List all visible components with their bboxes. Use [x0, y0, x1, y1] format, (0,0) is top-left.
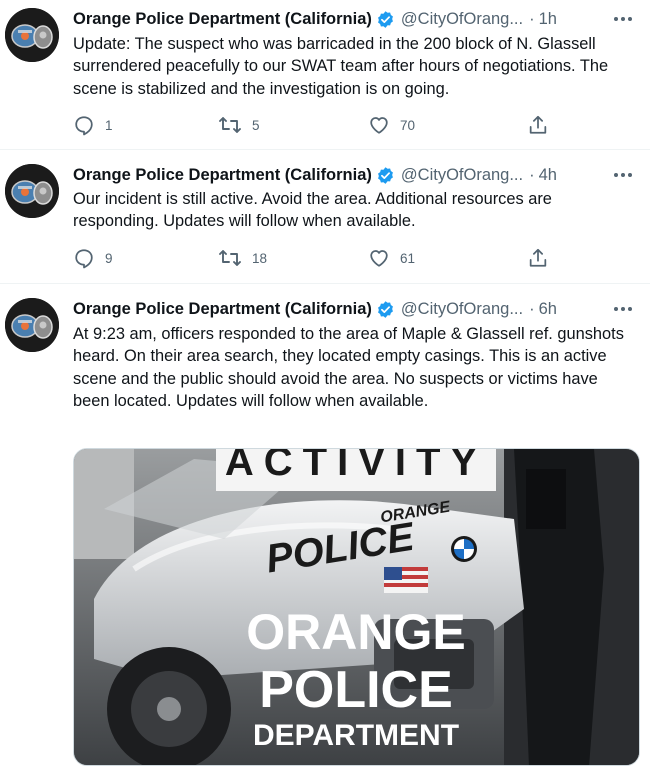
verified-badge-icon [377, 300, 393, 318]
tweet-text: Update: The suspect who was barricaded i… [73, 35, 609, 98]
retweet-button[interactable]: 18 [218, 246, 267, 270]
more-dots-icon [614, 307, 632, 311]
author-handle[interactable]: @CityOfOrang... [401, 300, 523, 319]
overlay-title-line2: POLICE [259, 661, 453, 719]
timestamp[interactable]: 6h [539, 300, 557, 319]
author-handle[interactable]: @CityOfOrang... [401, 166, 523, 185]
tweet-header: Orange Police Department (California) @C… [73, 8, 636, 30]
avatar[interactable] [5, 8, 59, 62]
like-count: 70 [400, 117, 416, 133]
police-badge-logo-icon [5, 298, 59, 352]
retweet-button[interactable]: 5 [218, 113, 260, 137]
retweet-icon [219, 250, 241, 266]
author-name[interactable]: Orange Police Department (California) [73, 10, 372, 29]
retweet-count: 5 [252, 117, 260, 133]
tweet-header: Orange Police Department (California) @C… [73, 164, 636, 186]
tweet-header: Orange Police Department (California) @C… [73, 298, 636, 320]
timestamp[interactable]: 4h [539, 166, 557, 185]
tweet-media-image[interactable]: ACTIVITY ORANGE POLICE ORANGE POLICE DEP… [73, 448, 640, 766]
reply-count: 1 [105, 117, 113, 133]
tweet[interactable]: Orange Police Department (California) @C… [0, 0, 650, 150]
author-name[interactable]: Orange Police Department (California) [73, 166, 372, 185]
avatar[interactable] [5, 164, 59, 218]
retweet-count: 18 [252, 250, 268, 266]
timeline: Orange Police Department (California) @C… [0, 0, 650, 775]
retweet-icon [219, 117, 241, 133]
tweet-text: Our incident is still active. Avoid the … [73, 190, 552, 231]
share-icon [529, 248, 547, 267]
tweet-actions: 1 5 70 [73, 113, 553, 137]
more-dots-icon [614, 17, 632, 21]
more-dots-icon [614, 173, 632, 177]
reply-icon [75, 116, 93, 136]
share-icon [529, 115, 547, 134]
verified-badge-icon [377, 10, 393, 28]
more-options-button[interactable] [610, 8, 636, 30]
verified-badge-icon [377, 166, 393, 184]
police-badge-logo-icon [5, 164, 59, 218]
like-count: 61 [400, 250, 416, 266]
police-badge-logo-icon [5, 8, 59, 62]
author-handle[interactable]: @CityOfOrang... [401, 10, 523, 29]
tweet-actions: 9 18 61 [73, 246, 553, 270]
reply-button[interactable]: 1 [73, 113, 113, 137]
heart-icon [370, 117, 388, 134]
banner-text: ACTIVITY [225, 449, 487, 484]
police-motorcycle-photo: ACTIVITY ORANGE POLICE ORANGE POLICE DEP… [74, 449, 639, 765]
reply-button[interactable]: 9 [73, 246, 113, 270]
author-name[interactable]: Orange Police Department (California) [73, 300, 372, 319]
like-button[interactable]: 61 [368, 246, 415, 270]
separator-dot: · [529, 299, 535, 318]
timestamp[interactable]: 1h [539, 10, 557, 29]
like-button[interactable]: 70 [368, 113, 415, 137]
more-options-button[interactable] [610, 298, 636, 320]
share-button[interactable] [527, 246, 549, 270]
heart-icon [370, 250, 388, 267]
reply-count: 9 [105, 250, 113, 266]
overlay-title-line3: DEPARTMENT [253, 719, 459, 752]
overlay-title-line1: ORANGE [246, 604, 465, 660]
separator-dot: · [529, 9, 535, 28]
tweet-text: At 9:23 am, officers responded to the ar… [73, 325, 624, 410]
tweet[interactable]: Orange Police Department (California) @C… [0, 284, 650, 775]
avatar[interactable] [5, 298, 59, 352]
separator-dot: · [529, 165, 535, 184]
tweet[interactable]: Orange Police Department (California) @C… [0, 150, 650, 284]
more-options-button[interactable] [610, 164, 636, 186]
reply-icon [75, 249, 93, 269]
share-button[interactable] [527, 113, 549, 137]
